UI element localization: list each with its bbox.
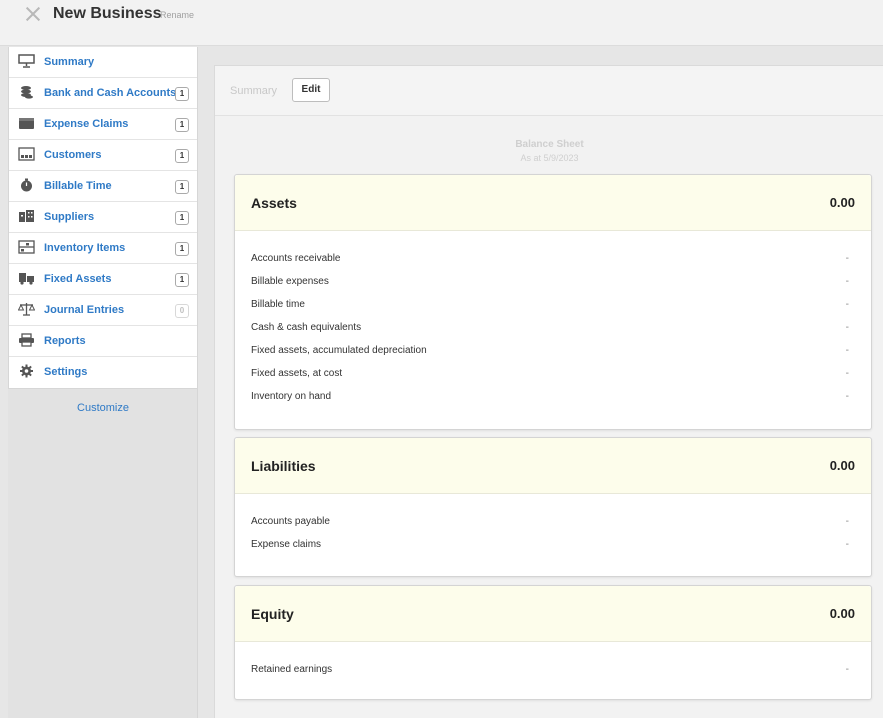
sidebar-item-label: Customers [44, 149, 102, 161]
scales-icon [18, 303, 35, 316]
sidebar-item-label: Fixed Assets [44, 273, 112, 285]
table-row[interactable]: Accounts receivable - [251, 253, 855, 269]
section-header: Liabilities 0.00 [235, 438, 871, 494]
row-label: Billable expenses [251, 276, 329, 287]
report-date: As at 5/9/2023 [520, 153, 579, 163]
table-row[interactable]: Cash & cash equivalents - [251, 322, 855, 338]
main-panel: Summary Edit Balance Sheet As at 5/9/202… [214, 65, 883, 718]
sidebar-item-suppliers[interactable]: Suppliers 1 [9, 202, 197, 233]
printer-icon [19, 333, 34, 347]
sidebar-item-label: Suppliers [44, 211, 95, 223]
sidebar-item-customers[interactable]: Customers 1 [9, 140, 197, 171]
row-label: Fixed assets, accumulated depreciation [251, 345, 427, 356]
section-header: Equity 0.00 [235, 586, 871, 642]
row-value: - [845, 345, 849, 356]
sidebar-item-billable-time[interactable]: Billable Time 1 [9, 171, 197, 202]
sidebar-item-label: Summary [44, 56, 95, 68]
section-liabilities: Liabilities 0.00 Accounts payable - Expen… [234, 437, 872, 577]
row-value: - [845, 516, 849, 527]
stopwatch-icon [21, 178, 32, 192]
customize-link[interactable]: Customize [8, 402, 198, 414]
table-row[interactable]: Accounts payable - [251, 516, 855, 532]
table-row[interactable]: Expense claims - [251, 539, 855, 555]
table-row[interactable]: Inventory on hand - [251, 391, 855, 407]
count-badge: 1 [175, 273, 189, 287]
rename-link[interactable]: Rename [160, 10, 194, 20]
inventory-icon [18, 240, 35, 254]
row-label: Fixed assets, at cost [251, 368, 343, 379]
row-value: - [845, 368, 849, 379]
close-icon[interactable] [24, 5, 42, 23]
coins-icon [21, 86, 33, 99]
sidebar-item-label: Bank and Cash Accounts [44, 87, 177, 99]
row-value: - [845, 664, 849, 675]
sidebar-background [8, 383, 198, 718]
truck-icon [19, 273, 34, 285]
row-value: - [845, 539, 849, 550]
count-badge: 1 [175, 87, 189, 101]
buildings-icon [19, 210, 34, 222]
table-row[interactable]: Billable expenses - [251, 276, 855, 292]
row-value: - [845, 276, 849, 287]
section-equity: Equity 0.00 Retained earnings - [234, 585, 872, 700]
section-assets: Assets 0.00 Accounts receivable - Billabl… [234, 174, 872, 430]
section-total: 0.00 [829, 458, 855, 473]
section-name: Assets [251, 195, 297, 211]
table-row[interactable]: Billable time - [251, 299, 855, 315]
section-total: 0.00 [829, 606, 855, 621]
row-label: Billable time [251, 299, 305, 310]
sidebar-item-label: Settings [44, 366, 88, 378]
row-label: Retained earnings [251, 664, 333, 675]
row-label: Accounts receivable [251, 253, 341, 264]
section-total: 0.00 [829, 195, 855, 210]
row-value: - [845, 391, 849, 402]
row-label: Cash & cash equivalents [251, 322, 362, 333]
sidebar: Summary Bank and Cash Accounts 1 Expense… [8, 47, 198, 389]
count-badge: 1 [175, 118, 189, 132]
section-header: Assets 0.00 [235, 175, 871, 231]
sidebar-item-summary[interactable]: Summary [9, 47, 197, 78]
presentation-icon [18, 54, 35, 68]
wallet-icon [19, 118, 34, 129]
count-badge: 1 [175, 242, 189, 256]
customers-icon [18, 147, 35, 161]
section-name: Liabilities [251, 458, 316, 474]
gear-icon [20, 364, 33, 378]
sidebar-item-reports[interactable]: Reports [9, 326, 197, 357]
sidebar-item-label: Inventory Items [44, 242, 126, 254]
business-title: New Business [53, 5, 162, 22]
top-bar: New Business Rename [0, 0, 883, 46]
row-label: Inventory on hand [251, 391, 332, 402]
table-row[interactable]: Retained earnings - [251, 664, 855, 680]
row-label: Accounts payable [251, 516, 330, 527]
row-value: - [845, 322, 849, 333]
row-value: - [845, 253, 849, 264]
sidebar-item-settings[interactable]: Settings [9, 357, 197, 388]
sidebar-item-label: Journal Entries [44, 304, 125, 316]
sidebar-item-expense-claims[interactable]: Expense Claims 1 [9, 109, 197, 140]
row-label: Expense claims [251, 539, 322, 550]
count-badge: 0 [175, 304, 189, 318]
report-title: Balance Sheet [515, 139, 584, 150]
sidebar-item-label: Expense Claims [44, 118, 129, 130]
sidebar-item-label: Reports [44, 335, 86, 347]
sidebar-item-inventory-items[interactable]: Inventory Items 1 [9, 233, 197, 264]
row-value: - [845, 299, 849, 310]
breadcrumb: Summary [230, 85, 278, 97]
count-badge: 1 [175, 180, 189, 194]
edit-button[interactable]: Edit [292, 78, 330, 102]
count-badge: 1 [175, 149, 189, 163]
section-name: Equity [251, 606, 294, 622]
sidebar-item-fixed-assets[interactable]: Fixed Assets 1 [9, 264, 197, 295]
table-row[interactable]: Fixed assets, at cost - [251, 368, 855, 384]
count-badge: 1 [175, 211, 189, 225]
main-header: Summary Edit [215, 66, 883, 116]
sidebar-item-journal-entries[interactable]: Journal Entries 0 [9, 295, 197, 326]
table-row[interactable]: Fixed assets, accumulated depreciation - [251, 345, 855, 361]
sidebar-item-label: Billable Time [44, 180, 112, 192]
sidebar-item-bank-and-cash-accounts[interactable]: Bank and Cash Accounts 1 [9, 78, 197, 109]
